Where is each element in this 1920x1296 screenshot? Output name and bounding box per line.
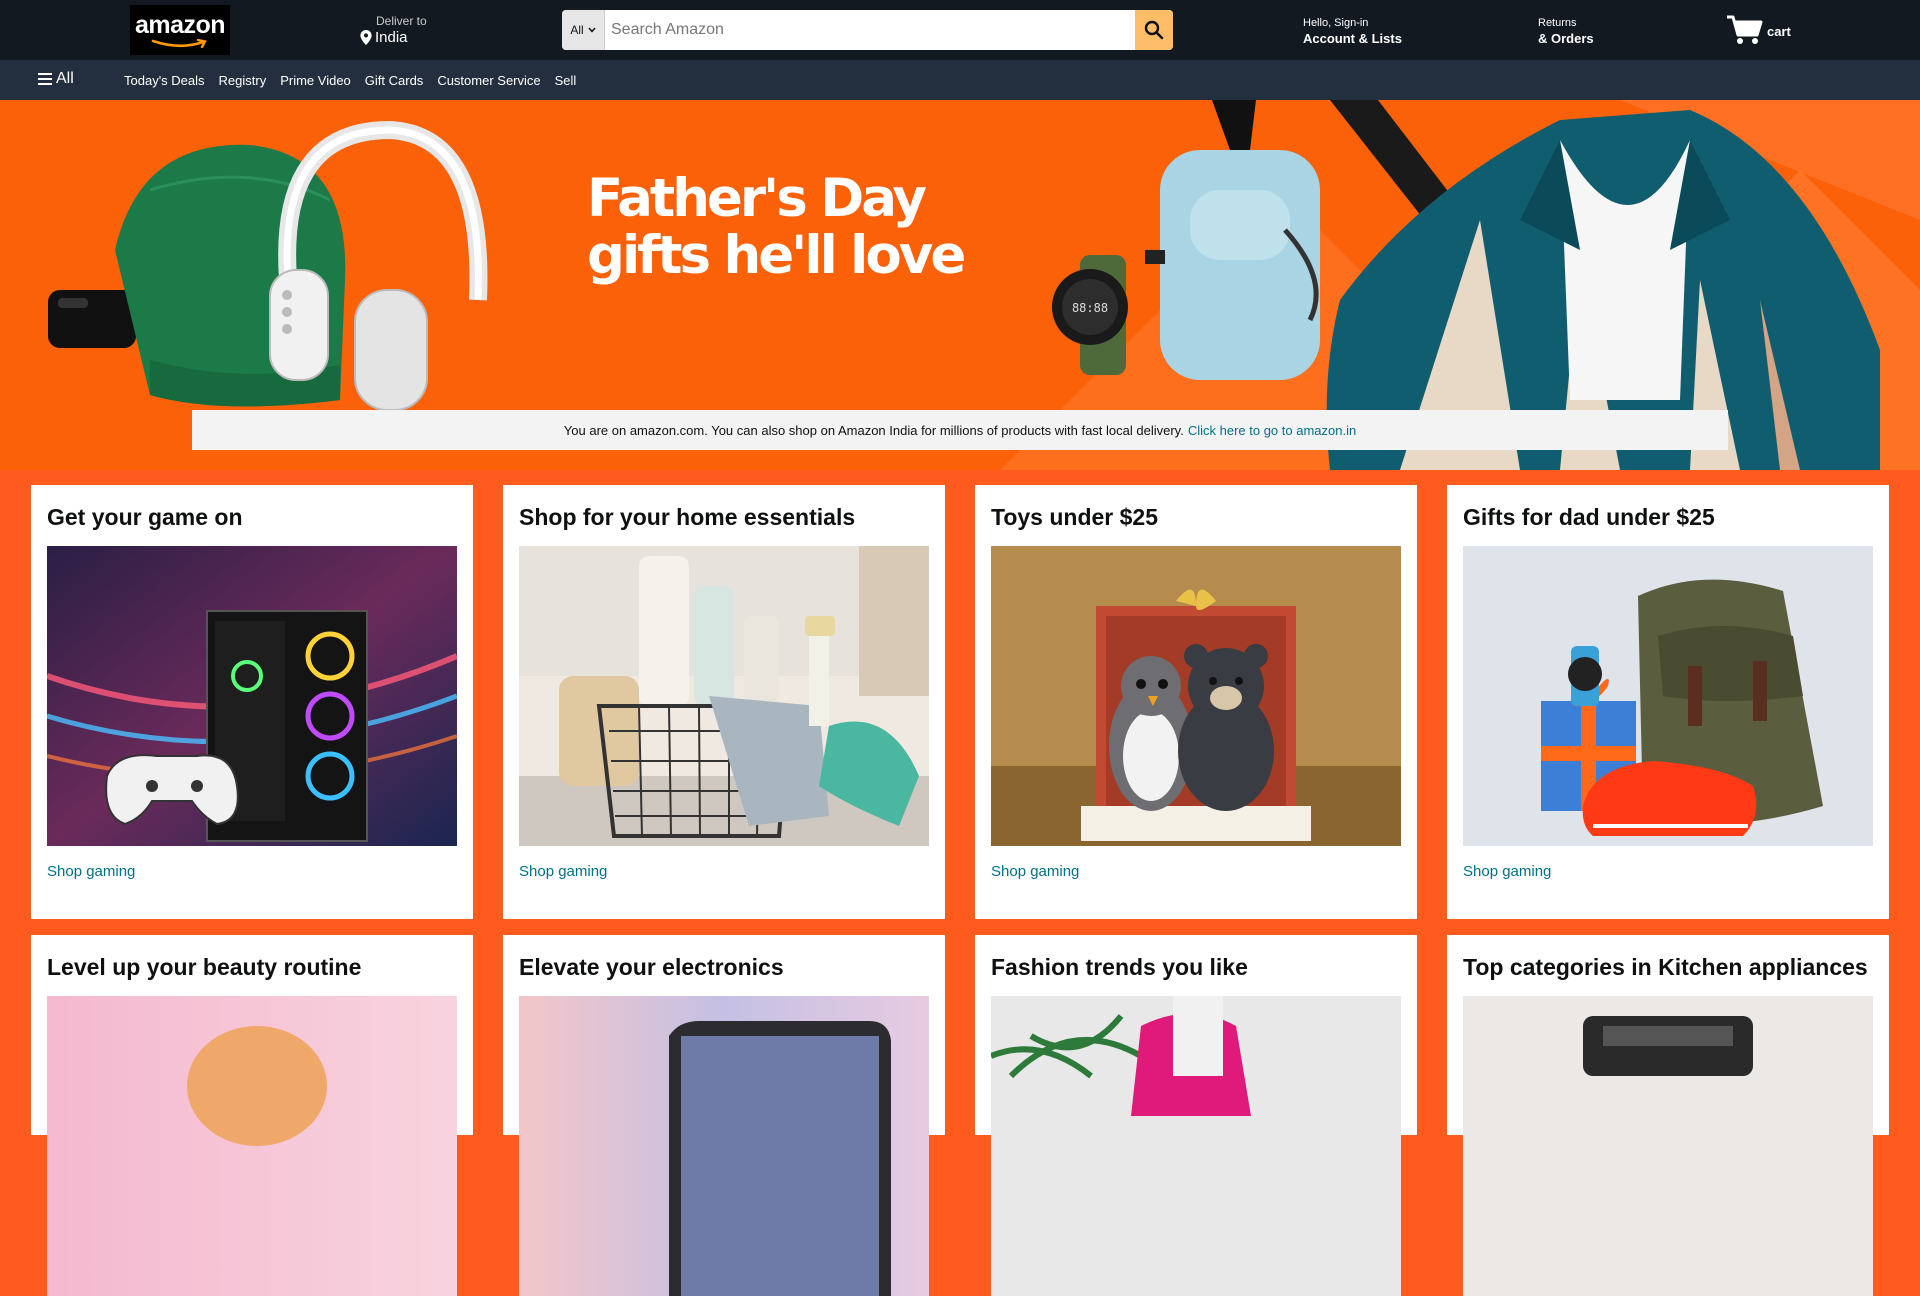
account-and-lists[interactable]: Hello, Sign-in Account & Lists (1303, 17, 1402, 46)
svg-text:88:88: 88:88 (1072, 301, 1108, 315)
card-fashion-trends: Fashion trends you like (975, 935, 1417, 1296)
card-gifts-for-dad: Gifts for dad under $25 Shop gaming (1447, 485, 1889, 919)
card-kitchen-appliances: Top categories in Kitchen appliances (1447, 935, 1889, 1296)
cart-label: cart (1767, 24, 1791, 39)
hamburger-menu-icon (38, 73, 52, 85)
subnav-link-todays-deals[interactable]: Today's Deals (124, 73, 205, 88)
sling-bag-icon (1145, 150, 1320, 380)
all-menu-label: All (56, 70, 74, 87)
card-image-gaming[interactable] (47, 546, 457, 846)
returns-and-orders[interactable]: Returns & Orders (1538, 17, 1594, 46)
card-beauty-routine: Level up your beauty routine (31, 935, 473, 1296)
secondary-nav: All Today's Deals Registry Prime Video G… (0, 60, 1920, 100)
hero-title: Father's Day gifts he'll love (587, 168, 966, 286)
subnav-link-customer-service[interactable]: Customer Service (437, 73, 540, 88)
search-category-label: All (570, 23, 584, 37)
search-button[interactable] (1135, 10, 1173, 50)
card-image-gifts-for-dad[interactable] (1463, 546, 1873, 846)
search-category-select[interactable]: All (562, 10, 605, 50)
search-input[interactable] (605, 10, 1135, 50)
pink-jacket-image (991, 996, 1401, 1296)
subnav-links: Today's Deals Registry Prime Video Gift … (124, 73, 576, 88)
card-title: Elevate your electronics (519, 954, 784, 980)
go-to-amazon-in-link[interactable]: Click here to go to amazon.in (1188, 423, 1356, 438)
card-link[interactable]: Shop gaming (47, 863, 457, 880)
plush-toys-image (991, 546, 1401, 846)
card-image-kitchen[interactable] (1463, 996, 1873, 1296)
card-title: Top categories in Kitchen appliances (1463, 954, 1868, 980)
location-pin-icon (360, 30, 372, 45)
card-image-beauty[interactable] (47, 996, 457, 1296)
card-link[interactable]: Shop gaming (1463, 863, 1873, 880)
beauty-brush-image (47, 996, 457, 1296)
card-title: Fashion trends you like (991, 954, 1248, 980)
region-notice-text: You are on amazon.com. You can also shop… (563, 422, 1184, 438)
deliver-location: India (375, 29, 408, 46)
card-electronics: Elevate your electronics (503, 935, 945, 1296)
shopping-cart-icon (1727, 15, 1763, 44)
logo-text: amazon (134, 10, 226, 39)
orders-label: & Orders (1538, 31, 1594, 46)
card-title: Level up your beauty routine (47, 954, 362, 980)
watch-icon: 88:88 (1052, 255, 1128, 375)
search-icon (1144, 20, 1164, 40)
hero-banner[interactable]: 88:88 Father's Day gifts he'll love You … (0, 100, 1920, 470)
card-home-essentials: Shop for your home essentials Shop gamin… (503, 485, 945, 919)
subnav-link-sell[interactable]: Sell (555, 73, 577, 88)
deliver-label: Deliver to (376, 14, 427, 28)
tablet-image (519, 996, 929, 1296)
subnav-link-prime-video[interactable]: Prime Video (280, 73, 351, 88)
cart-button[interactable]: cart (1726, 14, 1791, 46)
kitchen-appliance-image (1463, 996, 1873, 1296)
returns-label: Returns (1538, 17, 1577, 29)
account-label: Account & Lists (1303, 31, 1402, 46)
card-link[interactable]: Shop gaming (991, 863, 1401, 880)
category-cards: Get your game on Shop gaming Shop for yo… (31, 485, 1889, 1296)
backpack-gift-image (1463, 546, 1873, 846)
card-title: Shop for your home essentials (519, 504, 856, 530)
card-image-electronics[interactable] (519, 996, 929, 1296)
hero-title-line2: gifts he'll love (587, 225, 966, 286)
card-image-home-essentials[interactable] (519, 546, 929, 846)
headphones-icon (269, 120, 488, 411)
region-notice: You are on amazon.com. You can also shop… (192, 410, 1728, 450)
top-nav: amazon Deliver to India All H (0, 0, 1920, 60)
card-link[interactable]: Shop gaming (519, 863, 929, 880)
search-bar: All (562, 10, 1173, 50)
card-title: Toys under $25 (991, 504, 1159, 530)
account-greeting: Hello, Sign-in (1303, 17, 1369, 29)
card-title: Get your game on (47, 504, 243, 530)
logo-smile-icon (151, 38, 207, 48)
cleaning-basket-image (519, 546, 929, 846)
subnav-link-gift-cards[interactable]: Gift Cards (365, 73, 424, 88)
card-get-your-game-on: Get your game on Shop gaming (31, 485, 473, 919)
deliver-to[interactable]: Deliver to India (360, 14, 427, 46)
card-title: Gifts for dad under $25 (1463, 504, 1715, 530)
all-menu-button[interactable]: All (38, 70, 74, 88)
card-image-toys[interactable] (991, 546, 1401, 846)
card-toys-under-25: Toys under $25 Shop gaming (975, 485, 1417, 919)
amazon-logo[interactable]: amazon (130, 5, 230, 55)
chevron-down-icon (588, 27, 596, 33)
card-image-fashion[interactable] (991, 996, 1401, 1296)
hero-title-line1: Father's Day (587, 168, 927, 229)
gaming-pc-image (47, 546, 457, 846)
subnav-link-registry[interactable]: Registry (219, 73, 267, 88)
